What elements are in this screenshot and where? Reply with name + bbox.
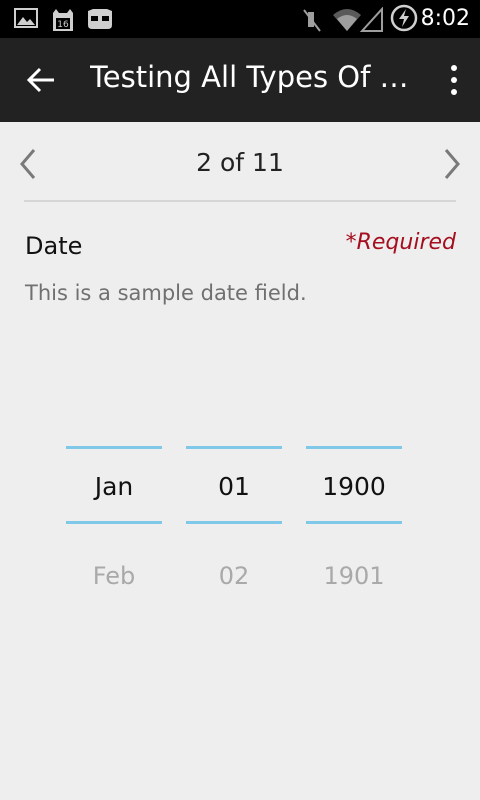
mute-icon xyxy=(300,7,324,38)
month-current[interactable]: Jan xyxy=(66,472,162,501)
day-current[interactable]: 01 xyxy=(186,472,282,501)
action-bar: Testing All Types Of F... xyxy=(0,38,480,122)
month-picker[interactable]: Jan Feb xyxy=(66,446,162,596)
divider xyxy=(24,200,456,202)
month-next[interactable]: Feb xyxy=(66,562,162,590)
year-next[interactable]: 1901 xyxy=(306,562,402,590)
more-vertical-icon xyxy=(451,65,457,95)
status-time: 8:02 xyxy=(420,6,470,31)
status-bar: 16 8:02 xyxy=(0,0,480,38)
required-indicator: *Required xyxy=(345,230,456,255)
battery-charging-icon xyxy=(390,4,418,37)
wifi-icon xyxy=(332,7,362,38)
field-description: This is a sample date field. xyxy=(25,281,307,305)
day-next[interactable]: 02 xyxy=(186,562,282,590)
page-indicator: 2 of 11 xyxy=(196,148,284,177)
chevron-right-icon xyxy=(444,149,460,179)
question-pager: 2 of 11 xyxy=(0,122,480,202)
day-picker[interactable]: 01 02 xyxy=(186,446,282,596)
field-label: Date xyxy=(25,232,83,260)
picker-divider xyxy=(306,446,402,449)
page-title: Testing All Types Of F... xyxy=(90,60,410,94)
overflow-menu-button[interactable] xyxy=(446,60,462,100)
back-button[interactable] xyxy=(18,58,66,102)
year-picker[interactable]: 1900 1901 xyxy=(306,446,402,596)
calendar-16-icon: 16 xyxy=(50,7,76,38)
picker-divider xyxy=(306,521,402,524)
calendar-day-text: 16 xyxy=(57,20,69,30)
year-current[interactable]: 1900 xyxy=(306,472,402,501)
arrow-left-icon xyxy=(26,67,54,93)
next-question-button[interactable] xyxy=(436,144,466,184)
picker-divider xyxy=(186,521,282,524)
picker-divider xyxy=(186,446,282,449)
image-icon xyxy=(14,7,38,34)
picker-divider xyxy=(66,446,162,449)
cell-signal-icon xyxy=(359,6,384,38)
cyanogen-mascot-icon xyxy=(86,7,114,36)
picker-divider xyxy=(66,521,162,524)
